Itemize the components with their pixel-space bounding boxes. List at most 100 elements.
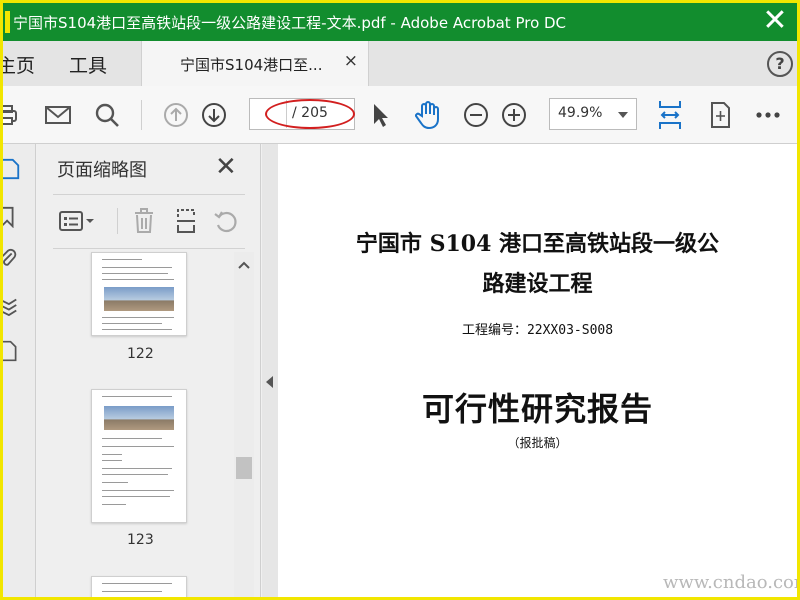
cursor-arrow-icon (374, 104, 388, 127)
next-page-button[interactable] (199, 100, 229, 130)
delete-page-button[interactable] (129, 206, 159, 236)
thumbnail-page[interactable] (91, 389, 187, 523)
zoom-in-button[interactable] (499, 100, 529, 130)
rotate-view-button[interactable] (705, 100, 735, 130)
document-title-line-1: 宁国市 S104 港口至高铁站段一级公 (355, 231, 720, 257)
thumbnail-text-line (102, 446, 174, 447)
hand-icon (415, 101, 439, 130)
panel-divider (53, 248, 245, 249)
search-icon (95, 103, 119, 127)
document-tab-close-button[interactable]: × (344, 51, 358, 71)
thumbnail-photo (104, 406, 174, 430)
navigation-rail (0, 144, 36, 597)
window-title: 宁国市S104港口至高铁站段一级公路建设工程-文本.pdf - Adobe Ac… (13, 13, 567, 32)
document-title-line-2: 路建设工程 (482, 271, 593, 297)
thumbnail-text-line (102, 496, 170, 497)
more-tools-button[interactable] (753, 100, 783, 130)
thumbnail-text-line (102, 591, 162, 592)
menu-bar: 主页 工具 宁国市S104港口至... × ? (3, 41, 797, 86)
thumbnail-text-line (102, 490, 174, 491)
document-tab[interactable]: 宁国市S104港口至... × (141, 41, 369, 86)
page-split-icon (177, 209, 195, 233)
thumbnail-text-line (102, 317, 174, 318)
extract-page-button[interactable] (171, 206, 201, 236)
project-number: 工程编号：22XX03-S008 (461, 323, 614, 338)
watermark: www.cndao.com (663, 572, 800, 593)
fit-width-icon (659, 101, 681, 129)
search-button[interactable] (92, 100, 122, 130)
thumbnail-text-line (102, 279, 174, 280)
menu-tools[interactable]: 工具 (69, 51, 107, 78)
thumbnail-page[interactable] (91, 252, 187, 336)
thumbnail-text-line (102, 583, 172, 584)
thumbnail-text-line (102, 323, 162, 324)
more-dots-icon (756, 112, 780, 118)
zoom-out-button[interactable] (461, 100, 491, 130)
help-button[interactable]: ? (767, 51, 793, 77)
layers-icon[interactable] (0, 294, 19, 316)
hand-tool-button[interactable] (413, 100, 443, 130)
thumbnail-text-line (102, 267, 172, 268)
rotate-page-button[interactable] (211, 206, 241, 236)
toolbar-divider (141, 100, 142, 130)
rotate-icon (214, 211, 237, 233)
thumbnail-scrollbar[interactable] (234, 252, 254, 597)
panel-close-button[interactable]: ✕ (215, 152, 237, 182)
zoom-level-select[interactable]: 49.9% (549, 98, 637, 130)
select-tool-button[interactable] (365, 100, 395, 130)
paperclip-icon[interactable] (0, 248, 19, 270)
thumbnail-text-line (102, 329, 172, 330)
toolbar: / 205 49.9% (3, 86, 797, 144)
trash-icon (135, 208, 153, 233)
panel-splitter[interactable] (262, 144, 278, 597)
chevron-down-icon (618, 112, 628, 118)
panel-toolbar-divider (117, 208, 118, 234)
thumbnail-text-line (102, 504, 126, 505)
previous-page-button[interactable] (161, 100, 191, 130)
document-icon[interactable] (0, 340, 19, 362)
thumbnail-options-button[interactable] (55, 206, 99, 236)
page-thumbnails-panel: 页面缩略图 ✕ 122 123 (37, 144, 261, 597)
thumbnail-text-line (102, 460, 122, 461)
thumbnail-text-line (102, 454, 122, 455)
thumbnail-page[interactable] (91, 576, 187, 597)
collapse-arrow-icon[interactable] (266, 376, 273, 388)
app-icon (5, 11, 10, 33)
thumbnail-photo (104, 287, 174, 311)
zoom-out-icon (464, 103, 488, 127)
thumbnail-page-number: 122 (127, 346, 154, 362)
title-bar: 宁国市S104港口至高铁站段一级公路建设工程-文本.pdf - Adobe Ac… (3, 3, 797, 41)
thumbnail-page-number: 123 (127, 532, 154, 548)
mail-icon (45, 106, 71, 124)
email-button[interactable] (43, 100, 73, 130)
zoom-level-value: 49.9% (558, 105, 603, 121)
thumbnail-text-line (102, 468, 172, 469)
panel-divider (53, 194, 245, 195)
thumbnail-text-line (102, 259, 142, 260)
thumbnail-text-line (102, 482, 128, 483)
menu-home[interactable]: 主页 (3, 51, 35, 78)
arrow-up-circle-icon (164, 103, 188, 127)
list-options-icon (59, 211, 94, 231)
window-close-button[interactable]: ✕ (759, 6, 791, 38)
thumbnail-text-line (102, 273, 168, 274)
print-icon (3, 105, 17, 125)
document-page: 宁国市 S104 港口至高铁站段一级公 路建设工程 工程编号：22XX03-S0… (278, 144, 797, 597)
page-thumbnails-icon[interactable] (0, 158, 21, 180)
acrobat-window: 宁国市S104港口至高铁站段一级公路建设工程-文本.pdf - Adobe Ac… (0, 0, 800, 600)
report-subtitle: （报批稿） (507, 436, 568, 450)
panel-title: 页面缩略图 (57, 160, 147, 181)
thumbnail-text-line (102, 396, 172, 397)
highlight-oval-annotation (265, 99, 355, 129)
page-arrows-icon (711, 102, 730, 128)
print-button[interactable] (3, 100, 21, 130)
document-tab-label: 宁国市S104港口至... (180, 56, 323, 74)
thumbnail-text-line (102, 438, 162, 439)
scrollbar-thumb[interactable] (236, 457, 252, 479)
chevron-up-icon[interactable] (238, 260, 250, 270)
fit-page-button[interactable] (655, 100, 685, 130)
report-title: 可行性研究报告 (421, 390, 653, 428)
zoom-in-icon (502, 103, 526, 127)
thumbnail-text-line (102, 474, 168, 475)
bookmark-icon[interactable] (0, 206, 19, 228)
